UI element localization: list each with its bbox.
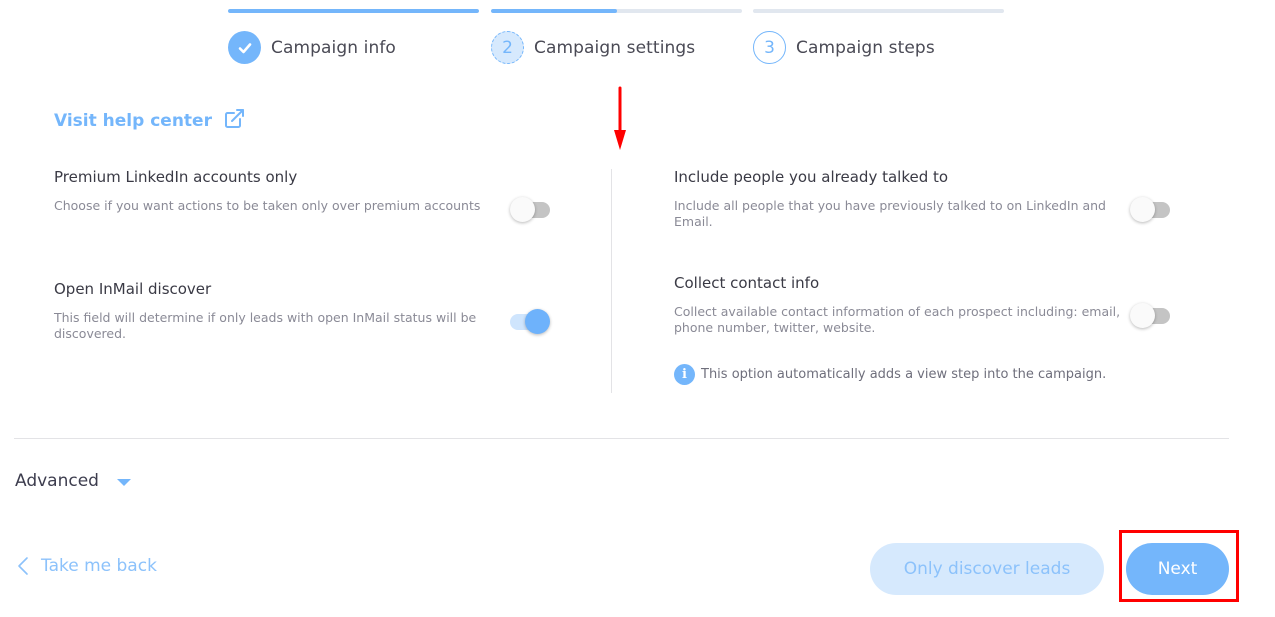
include-talked-toggle[interactable] (1130, 197, 1170, 222)
info-icon: i (674, 364, 695, 385)
toggle-knob (1130, 303, 1155, 328)
annotation-arrow-icon (614, 86, 626, 150)
step-label: Campaign steps (796, 37, 935, 58)
toggle-knob (525, 309, 550, 334)
step-1-progress-bar (228, 9, 479, 13)
setting-premium-only: Premium LinkedIn accounts only Choose if… (54, 168, 554, 214)
collect-contact-toggle[interactable] (1130, 303, 1170, 328)
take-me-back-link[interactable]: Take me back (17, 556, 157, 576)
caret-down-icon (116, 478, 131, 486)
toggle-knob (510, 197, 535, 222)
step-3-progress-bar (753, 9, 1004, 13)
chevron-left-icon (18, 557, 28, 575)
setting-include-talked: Include people you already talked to Inc… (674, 168, 1174, 230)
step-campaign-info[interactable]: Campaign info (228, 31, 396, 64)
section-divider (14, 438, 1229, 439)
advanced-label: Advanced (15, 471, 99, 491)
step-1-progress-fill (228, 9, 479, 13)
back-label: Take me back (41, 556, 157, 576)
step-campaign-steps[interactable]: 3 Campaign steps (753, 31, 935, 64)
step-2-progress-fill (491, 9, 617, 13)
column-divider (611, 169, 612, 393)
external-link-icon (224, 108, 245, 134)
setting-description: Include all people that you have previou… (674, 198, 1106, 229)
info-note: i This option automatically adds a view … (674, 364, 1106, 385)
setting-description: This field will determine if only leads … (54, 310, 477, 341)
open-inmail-toggle[interactable] (510, 309, 550, 334)
advanced-toggle[interactable]: Advanced (15, 471, 131, 491)
info-note-text: This option automatically adds a view st… (701, 367, 1107, 382)
step-label: Campaign info (271, 37, 396, 58)
check-circle-icon (228, 31, 261, 64)
setting-title: Collect contact info (674, 274, 820, 292)
step-campaign-settings[interactable]: 2 Campaign settings (491, 31, 695, 64)
setting-title: Premium LinkedIn accounts only (54, 168, 298, 186)
annotation-highlight-box (1119, 530, 1239, 602)
toggle-knob (1130, 197, 1155, 222)
step-label: Campaign settings (534, 37, 696, 58)
setting-collect-contact: Collect contact info Collect available c… (674, 274, 1174, 336)
only-discover-leads-button[interactable]: Only discover leads (870, 543, 1104, 595)
setting-title: Open InMail discover (54, 280, 212, 298)
visit-help-center-link[interactable]: Visit help center (54, 108, 245, 134)
step-number: 2 (491, 31, 524, 64)
step-2-progress-bar (491, 9, 742, 13)
setting-title: Include people you already talked to (674, 168, 949, 186)
step-number: 3 (753, 31, 786, 64)
premium-only-toggle[interactable] (510, 197, 550, 222)
setting-description: Collect available contact information of… (674, 304, 1121, 335)
setting-description: Choose if you want actions to be taken o… (54, 198, 481, 213)
help-link-label: Visit help center (54, 111, 212, 131)
setting-open-inmail: Open InMail discover This field will det… (54, 280, 554, 342)
